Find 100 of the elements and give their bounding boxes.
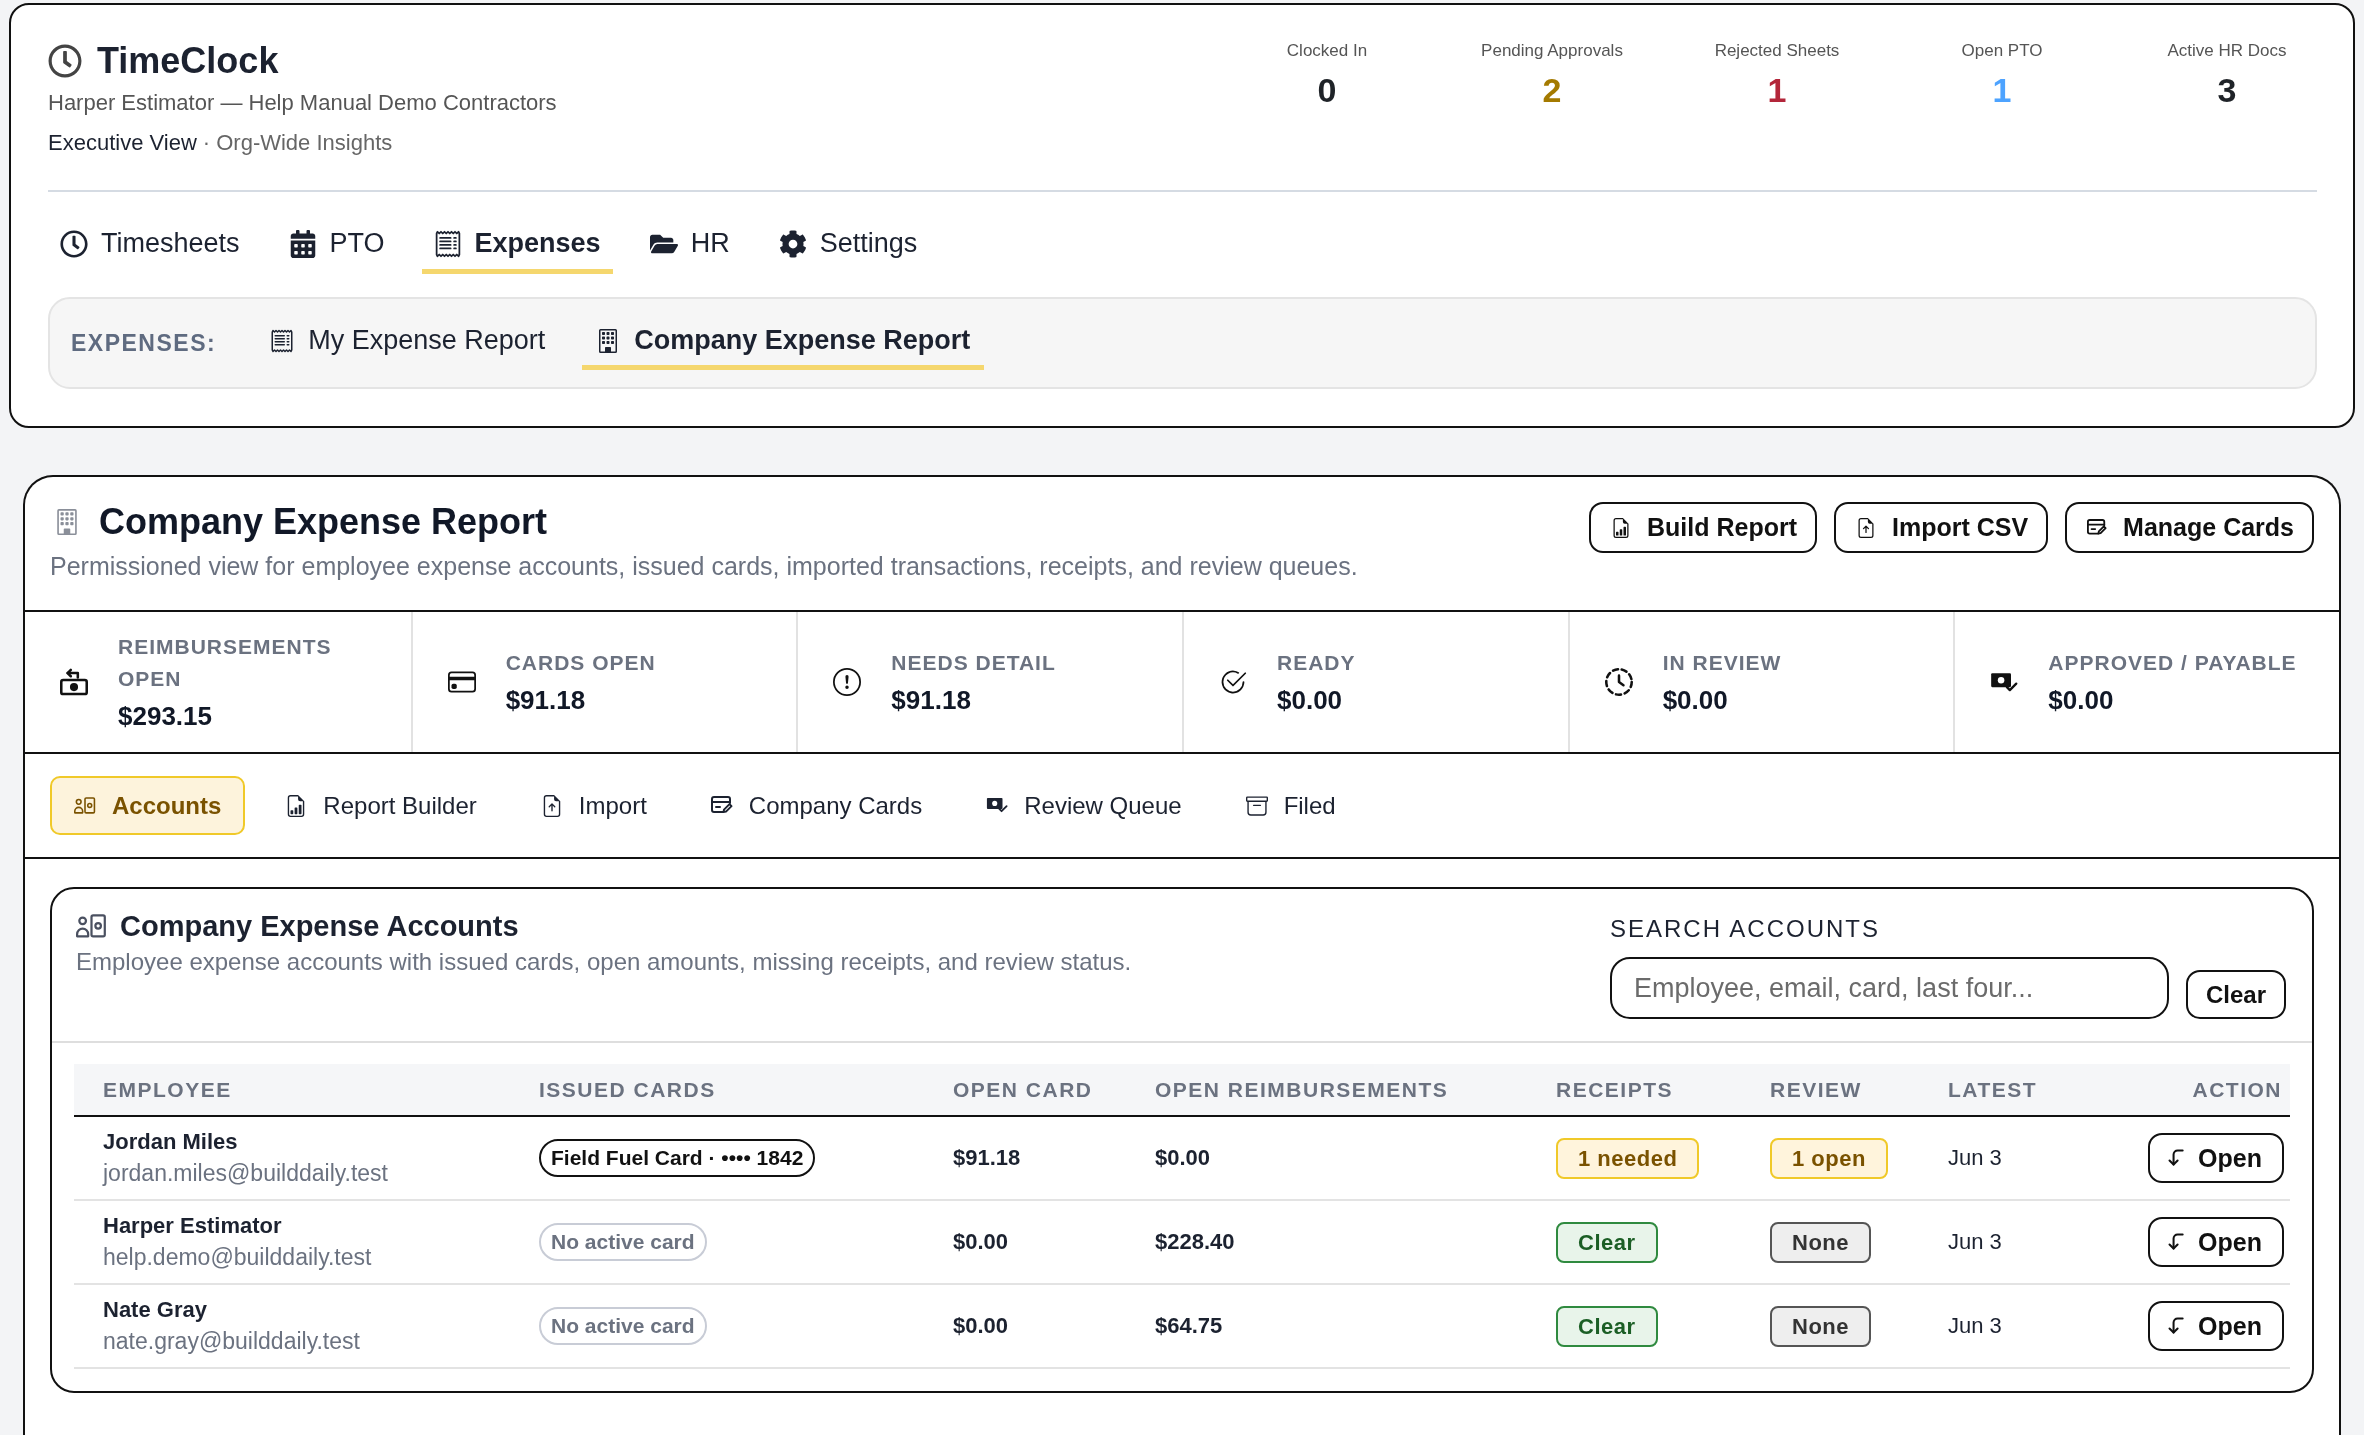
column-header: ISSUED CARDS: [539, 1077, 716, 1101]
calendar-icon: [288, 229, 317, 258]
employee-name: Nate Gray: [103, 1296, 208, 1324]
column-header: ACTION: [2192, 1077, 2282, 1101]
column-header: REVIEW: [1770, 1077, 1862, 1101]
stat-value: 2: [1542, 70, 1562, 110]
card-pencil-icon: [710, 796, 733, 815]
chart-file-icon: [1611, 517, 1631, 538]
upload-file-icon: [1856, 517, 1876, 538]
status-tag: None: [1770, 1221, 1871, 1263]
alert-icon: [833, 668, 862, 696]
status-tag: Clear: [1556, 1221, 1658, 1263]
employee-email: help.demo@builddaily.test: [103, 1243, 373, 1272]
column-header: EMPLOYEE: [103, 1077, 232, 1101]
metric-value: $293.15: [118, 700, 213, 733]
search-label: SEARCH ACCOUNTS: [1610, 914, 1882, 944]
building-icon: [54, 509, 80, 535]
subnav-label: EXPENSES:: [71, 329, 217, 357]
section-tab[interactable]: Import: [516, 776, 671, 835]
search-field[interactable]: Employee, email, card, last four...: [1610, 957, 2169, 1019]
cash-check-icon: [986, 797, 1009, 814]
status-tag: None: [1770, 1305, 1871, 1347]
action-button[interactable]: Manage Cards: [2065, 502, 2314, 553]
metric-label: CARDS OPEN: [505, 650, 656, 676]
nav-tab[interactable]: Timesheets: [48, 218, 252, 274]
employee-name: Harper Estimator: [103, 1212, 283, 1240]
metric-value: $91.18: [891, 684, 972, 717]
action-button[interactable]: Build Report: [1589, 502, 1817, 553]
corner-arrow-icon: [2167, 1149, 2185, 1167]
metric-label: READY: [1277, 650, 1356, 676]
stat-label: Clocked In: [1286, 40, 1368, 62]
dashed-clock-icon: [1604, 668, 1633, 696]
metric-value: $0.00: [2048, 684, 2115, 717]
nav-tab[interactable]: HR: [637, 218, 742, 274]
stat-label: Pending Approvals: [1481, 40, 1623, 62]
reimbursement-amount: $228.40: [1155, 1229, 1235, 1254]
latest-date: Jun 3: [1948, 1313, 2002, 1338]
open-card-amount: $0.00: [953, 1229, 1009, 1254]
cash-check-icon: [1990, 671, 2019, 693]
metric-value: $0.00: [1662, 684, 1729, 717]
subnav-tab[interactable]: My Expense Report: [256, 316, 560, 370]
employee-name: Jordan Miles: [103, 1128, 239, 1156]
stat-value: 1: [1992, 70, 2012, 110]
metric-value: $91.18: [505, 684, 587, 717]
view-label: Executive View: [48, 129, 197, 157]
card-tag: No active card: [539, 1307, 707, 1345]
archive-icon: [1245, 794, 1268, 817]
metric-label: REIMBURSEMENTS OPEN: [118, 634, 333, 692]
metric-label: APPROVED / PAYABLE: [2048, 650, 2297, 676]
open-button[interactable]: Open: [2147, 1133, 2284, 1183]
metric-value: $0.00: [1277, 684, 1344, 717]
stat-label: Active HR Docs: [2167, 40, 2287, 62]
clock-icon: [60, 229, 88, 258]
column-header: OPEN CARD: [953, 1077, 1093, 1101]
nav-tab[interactable]: PTO: [276, 218, 397, 274]
settings-icon: [778, 229, 807, 258]
subnav-tab[interactable]: Company Expense Report: [582, 316, 985, 370]
column-header: RECEIPTS: [1556, 1077, 1674, 1101]
person-card-icon: [74, 796, 96, 815]
stat-label: Open PTO: [1961, 40, 2043, 62]
card-pencil-icon: [2087, 519, 2108, 536]
metric-label: NEEDS DETAIL: [891, 650, 1056, 676]
clock-icon: [48, 44, 82, 78]
section-title: Company Expense Accounts: [120, 909, 519, 944]
column-header: LATEST: [1948, 1077, 2038, 1101]
employee-email: jordan.miles@builddaily.test: [103, 1159, 389, 1188]
nav-tab[interactable]: Expenses: [421, 218, 613, 274]
metric-label: IN REVIEW: [1662, 650, 1782, 676]
nav-tab[interactable]: Settings: [766, 218, 930, 274]
person-card-icon: [76, 913, 107, 939]
stat-value: 0: [1317, 70, 1337, 110]
status-tag: Clear: [1556, 1305, 1658, 1347]
action-button[interactable]: Import CSV: [1834, 502, 2049, 553]
scope-label: · Org-Wide Insights: [202, 129, 393, 157]
receipt-icon: [433, 229, 462, 258]
stat-value: 3: [2217, 70, 2237, 110]
card-tag: Field Fuel Card · •••• 1842: [539, 1139, 816, 1177]
section-tab[interactable]: Filed: [1221, 776, 1360, 835]
receipt-icon: [270, 328, 295, 353]
section-tab[interactable]: Review Queue: [962, 776, 1206, 835]
status-tag: 1 needed: [1556, 1137, 1700, 1179]
section-tab[interactable]: Accounts: [50, 776, 246, 835]
latest-date: Jun 3: [1948, 1145, 2002, 1170]
stat-label: Rejected Sheets: [1714, 40, 1840, 62]
reimbursement-amount: $64.75: [1155, 1313, 1223, 1338]
card-tag: No active card: [539, 1223, 707, 1261]
cash-arrow-icon: [60, 668, 88, 696]
column-header: OPEN REIMBURSEMENTS: [1155, 1077, 1449, 1101]
corner-arrow-icon: [2167, 1233, 2185, 1251]
org-subtitle: Harper Estimator — Help Manual Demo Contractors: [48, 89, 557, 117]
app-title: TimeClock: [97, 39, 279, 83]
open-button[interactable]: Open: [2147, 1301, 2284, 1351]
page-title: Company Expense Report: [99, 500, 548, 544]
open-button[interactable]: Open: [2147, 1217, 2284, 1267]
status-tag: 1 open: [1770, 1137, 1888, 1179]
clear-button[interactable]: Clear: [2186, 970, 2287, 1019]
section-tab[interactable]: Company Cards: [686, 776, 947, 835]
section-tab[interactable]: Report Builder: [261, 776, 501, 835]
corner-arrow-icon: [2167, 1317, 2185, 1335]
open-card-amount: $91.18: [953, 1145, 1021, 1170]
